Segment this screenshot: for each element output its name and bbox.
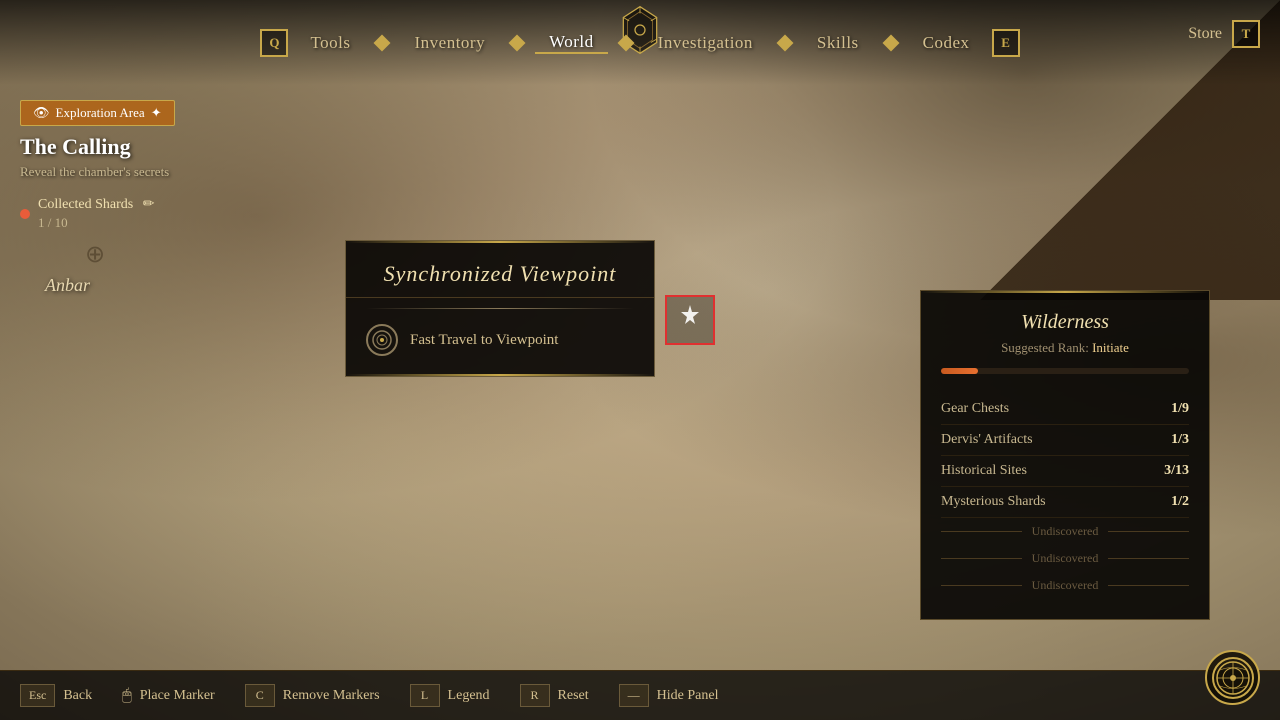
fast-travel-label: Fast Travel to Viewpoint [410, 332, 558, 349]
undiscovered-line [941, 558, 1022, 559]
place-marker-action[interactable]: 🖱 Place Marker [122, 687, 215, 705]
navbar: Q Tools Inventory World Investigation Sk… [0, 0, 1280, 85]
quest-area: 👁 Exploration Area ✦ The Calling Reveal … [20, 100, 175, 231]
viewpoint-title: Synchronized Viewpoint [366, 261, 634, 287]
wilderness-rank: Suggested Rank: Initiate [941, 340, 1189, 356]
bottom-bar: Esc Back 🖱 Place Marker C Remove Markers… [0, 670, 1280, 720]
esc-key: Esc [20, 684, 55, 707]
c-key: C [245, 684, 275, 707]
undiscovered-label-3: Undiscovered [1032, 578, 1099, 593]
place-marker-label: Place Marker [140, 688, 215, 704]
store-area: Store T [1188, 20, 1260, 48]
map-detail-settlement: ⊕ [85, 240, 105, 269]
badge-decoration: ✦ [151, 105, 162, 121]
wilderness-stat-row: Mysterious Shards 1/2 [941, 487, 1189, 518]
store-label: Store [1188, 25, 1222, 43]
nav-inventory[interactable]: Inventory [400, 33, 499, 53]
store-key[interactable]: T [1232, 20, 1260, 48]
l-key: L [410, 684, 440, 707]
undiscovered-line [1108, 585, 1189, 586]
hide-panel-action[interactable]: — Hide Panel [619, 684, 719, 707]
eye-icon: 👁 [33, 105, 50, 121]
undiscovered-row-2: Undiscovered [941, 545, 1189, 572]
legend-action[interactable]: L Legend [410, 684, 490, 707]
controller-button-icon [366, 324, 398, 356]
undiscovered-label-1: Undiscovered [1032, 524, 1099, 539]
collected-shards: Collected Shards ✏ 1 / 10 [20, 196, 175, 231]
remove-markers-action[interactable]: C Remove Markers [245, 684, 380, 707]
nav-divider-4 [776, 34, 793, 51]
nav-left-key[interactable]: Q [260, 29, 288, 57]
nav-codex[interactable]: Codex [909, 33, 984, 53]
wilderness-panel: Wilderness Suggested Rank: Initiate Gear… [920, 290, 1210, 620]
nav-divider-1 [374, 34, 391, 51]
nav-right-key[interactable]: E [992, 29, 1020, 57]
mouse-icon: 🖱 [122, 687, 132, 705]
stat-label-gear-chests: Gear Chests [941, 401, 1009, 417]
shard-dot-icon [20, 209, 30, 219]
fast-travel-button[interactable]: Fast Travel to Viewpoint [366, 324, 634, 356]
undiscovered-label-2: Undiscovered [1032, 551, 1099, 566]
quest-subtitle: Reveal the chamber's secrets [20, 164, 175, 180]
shards-count: 1 / 10 [38, 215, 155, 231]
rank-progress-fill [941, 368, 978, 374]
stat-label-historical: Historical Sites [941, 463, 1027, 479]
stat-label-shards: Mysterious Shards [941, 494, 1046, 510]
gw-logo-inner [1212, 657, 1254, 699]
nav-logo [615, 5, 665, 60]
nav-world[interactable]: World [535, 32, 608, 54]
exploration-badge-label: Exploration Area [56, 105, 145, 121]
back-label: Back [63, 688, 92, 704]
stat-count-historical: 3/13 [1164, 463, 1189, 479]
wilderness-stat-row: Historical Sites 3/13 [941, 456, 1189, 487]
undiscovered-row-3: Undiscovered [941, 572, 1189, 599]
stat-label-artifacts: Dervis' Artifacts [941, 432, 1033, 448]
undiscovered-line [1108, 558, 1189, 559]
stat-count-artifacts: 1/3 [1171, 432, 1189, 448]
reset-label: Reset [558, 688, 589, 704]
stat-count-gear-chests: 1/9 [1171, 401, 1189, 417]
quest-title: The Calling [20, 134, 175, 160]
viewpoint-marker-icon [675, 302, 705, 338]
stat-count-shards: 1/2 [1171, 494, 1189, 510]
legend-label: Legend [448, 688, 490, 704]
nav-tools[interactable]: Tools [296, 33, 364, 53]
back-action[interactable]: Esc Back [20, 684, 92, 707]
anbar-location-label: Anbar [45, 275, 90, 296]
viewpoint-body: Fast Travel to Viewpoint [346, 309, 654, 376]
wilderness-stat-row: Dervis' Artifacts 1/3 [941, 425, 1189, 456]
nav-divider-5 [882, 34, 899, 51]
gw-logo [1205, 650, 1260, 705]
r-key: R [520, 684, 550, 707]
exploration-badge: 👁 Exploration Area ✦ [20, 100, 175, 126]
undiscovered-line [941, 585, 1022, 586]
undiscovered-line [1108, 531, 1189, 532]
undiscovered-line [941, 531, 1022, 532]
remove-markers-label: Remove Markers [283, 688, 380, 704]
rank-progress-bar [941, 368, 1189, 374]
shards-label: Collected Shards ✏ [38, 196, 155, 213]
dash-key: — [619, 684, 649, 707]
wilderness-title: Wilderness [941, 311, 1189, 334]
viewpoint-header: Synchronized Viewpoint [346, 241, 654, 298]
undiscovered-row-1: Undiscovered [941, 518, 1189, 545]
map-marker[interactable] [665, 295, 715, 345]
wilderness-stat-row: Gear Chests 1/9 [941, 394, 1189, 425]
shards-label-text: Collected Shards [38, 197, 133, 212]
nav-divider-2 [509, 34, 526, 51]
hide-panel-label: Hide Panel [657, 688, 719, 704]
reset-action[interactable]: R Reset [520, 684, 589, 707]
viewpoint-popup: Synchronized Viewpoint Fast Travel to Vi… [345, 240, 655, 377]
pencil-icon: ✏ [143, 197, 155, 212]
nav-skills[interactable]: Skills [803, 33, 873, 53]
